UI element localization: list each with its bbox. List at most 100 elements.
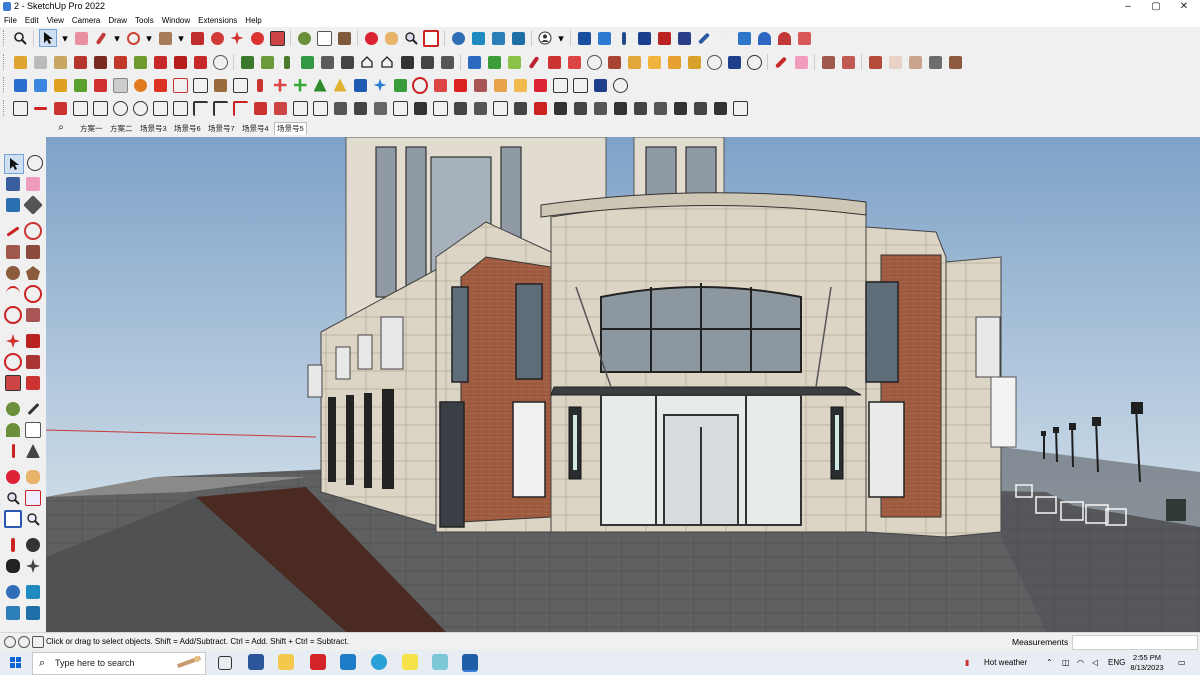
plugin-4-icon[interactable] [72,77,88,93]
menu-view[interactable]: View [43,14,68,26]
draw-20-icon[interactable] [392,100,408,116]
offset-icon[interactable] [209,30,225,46]
draw-12-icon[interactable] [232,100,248,116]
paint-bucket-icon[interactable] [336,30,352,46]
draw-17-icon[interactable] [332,100,348,116]
plugin-3-icon[interactable] [52,77,68,93]
tape-measure-icon[interactable] [4,400,22,418]
toolbar-grip[interactable] [3,54,7,70]
top-view-icon[interactable] [32,54,48,70]
search-icon[interactable] [12,30,28,46]
front-view-icon[interactable] [52,54,68,70]
solid-icon[interactable] [546,54,562,70]
plugin-30-icon[interactable] [592,77,608,93]
solid-7-icon[interactable] [666,54,682,70]
select-tool-icon[interactable] [676,30,692,46]
solid-11-icon[interactable] [746,54,762,70]
draw-1-icon[interactable] [12,100,28,116]
eraser-pink-icon[interactable] [793,54,809,70]
line-icon[interactable] [4,222,22,240]
axes-icon[interactable] [4,442,22,460]
plugin-11-icon[interactable] [212,77,228,93]
solid-2-icon[interactable] [566,54,582,70]
text-icon[interactable] [24,421,42,439]
notifications-icon[interactable]: ▭ [1178,658,1186,667]
draw-28-icon[interactable] [552,100,568,116]
arc-icon[interactable] [125,30,141,46]
orbit-icon[interactable] [4,468,22,486]
pan-icon[interactable] [24,468,42,486]
axis-blue-icon[interactable] [192,54,208,70]
zoom-extents-icon[interactable] [423,29,439,47]
plugin-22-icon[interactable] [432,77,448,93]
section-plane-icon[interactable] [24,557,42,575]
plugin-23-icon[interactable] [452,77,468,93]
menu-draw[interactable]: Draw [104,14,131,26]
axis-red-2-icon[interactable] [172,54,188,70]
tape-measure-icon[interactable] [296,30,312,46]
draw-11-icon[interactable] [212,100,228,116]
plugin-27-icon[interactable] [532,77,548,93]
file-explorer-icon[interactable] [278,654,294,670]
move-icon[interactable] [4,332,22,350]
task-view-icon[interactable] [218,656,232,670]
hidden-line-icon[interactable] [339,54,355,70]
flag-icon[interactable] [796,30,812,46]
draw-27-icon[interactable] [532,100,548,116]
component-icon[interactable] [576,30,592,46]
axis-red-icon[interactable] [152,54,168,70]
maximize-button[interactable]: ▢ [1142,0,1170,14]
plugin-20-icon[interactable] [392,77,408,93]
paint-bucket-icon[interactable] [4,175,22,193]
chevron-up-icon[interactable]: ⌃ [1046,658,1053,667]
draw-37-icon[interactable] [732,100,748,116]
draw-13-icon[interactable] [252,100,268,116]
dimension-icon[interactable] [696,30,712,46]
draw-30-icon[interactable] [592,100,608,116]
solid-3-icon[interactable] [586,54,602,70]
left-view-icon[interactable] [112,54,128,70]
solid-4-icon[interactable] [606,54,622,70]
arrows-icon[interactable] [636,30,652,46]
draw-7-icon[interactable] [132,100,148,116]
clock[interactable]: 2:55 PM 8/13/2023 [1130,653,1164,673]
right-view-icon[interactable] [72,54,88,70]
undo-icon[interactable] [756,30,772,46]
plugin-14-icon[interactable] [272,77,288,93]
building-icon[interactable] [439,54,455,70]
plugin-26-icon[interactable] [512,77,528,93]
draw-31-icon[interactable] [612,100,628,116]
draw-29-icon[interactable] [572,100,588,116]
block-icon[interactable] [820,54,836,70]
plugin-28-icon[interactable] [552,77,568,93]
info-icon[interactable] [32,636,44,648]
solid-9-icon[interactable] [706,54,722,70]
draw-6-icon[interactable] [112,100,128,116]
draw-32-icon[interactable] [632,100,648,116]
warehouse-icon[interactable] [450,30,466,46]
dual-arrows-icon[interactable] [656,30,672,46]
select-arrow-icon[interactable] [39,29,57,47]
menu-help[interactable]: Help [241,14,265,26]
block-3-icon[interactable] [867,54,883,70]
polygon-icon[interactable] [24,264,42,282]
push-pull-icon[interactable] [189,30,205,46]
menu-tools[interactable]: Tools [131,14,158,26]
zoom-window-icon[interactable] [24,489,42,507]
plugin-31-icon[interactable] [612,77,628,93]
sketchup-taskbar-icon[interactable] [462,654,478,672]
warehouse-icon[interactable] [4,583,22,601]
orbit-icon[interactable] [363,30,379,46]
chevron-down-icon[interactable]: ▾ [177,30,185,46]
arc-icon[interactable] [4,285,22,303]
draw-24-icon[interactable] [472,100,488,116]
follow-me-icon[interactable] [24,353,42,371]
two-point-arc-icon[interactable] [24,306,42,324]
block-6-icon[interactable] [927,54,943,70]
extension-warehouse-icon[interactable] [470,30,486,46]
acrobat-icon[interactable] [310,654,326,670]
draw-23-icon[interactable] [452,100,468,116]
tab-scene-2[interactable]: 方案二 [110,123,133,135]
plugin-21-icon[interactable] [412,76,428,94]
plugin-2-icon[interactable] [32,77,48,93]
